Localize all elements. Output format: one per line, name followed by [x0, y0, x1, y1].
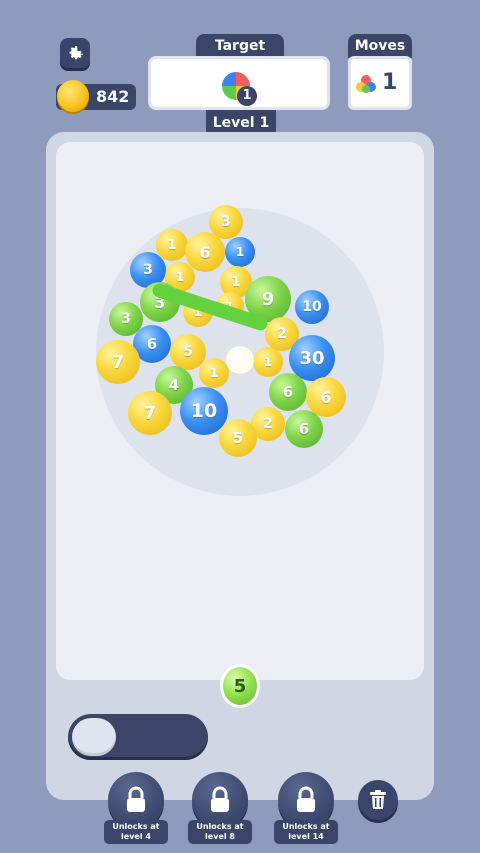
target-count-badge: 1 [237, 86, 257, 106]
moves-count: 1 [382, 70, 398, 95]
ball-yellow: 7 [96, 340, 140, 384]
gear-icon [69, 46, 83, 60]
ball-blue: 10 [295, 290, 329, 324]
moves-label: Moves [348, 34, 412, 58]
ball-green: 6 [269, 373, 307, 411]
ball-yellow: 1 [253, 347, 283, 377]
target-label: Target [196, 34, 284, 58]
ball-green: 6 [285, 410, 323, 448]
booster-3-label: Unlocks at level 14 [274, 820, 338, 844]
settings-button[interactable] [60, 38, 90, 68]
lock-icon [297, 786, 315, 812]
trash-button[interactable] [358, 780, 398, 820]
color-balls-icon [356, 75, 376, 93]
ball-blue: 1 [225, 237, 255, 267]
ball-yellow: 5 [219, 419, 257, 457]
ball-yellow: 7 [128, 391, 172, 435]
coin-icon [57, 80, 89, 112]
booster-1-label: Unlocks at level 4 [104, 820, 168, 844]
ball-yellow: 1 [156, 229, 188, 261]
next-ball[interactable]: 5 [220, 664, 260, 708]
booster-2-label: Unlocks at level 8 [188, 820, 252, 844]
next-ball-value: 5 [233, 675, 247, 697]
merge-glow [226, 346, 254, 374]
lock-icon [211, 786, 229, 812]
trash-icon [370, 790, 386, 809]
ball-yellow: 1 [199, 358, 229, 388]
lock-icon [127, 786, 145, 812]
coin-count: 842 [96, 87, 130, 106]
toggle-knob[interactable] [72, 718, 116, 756]
